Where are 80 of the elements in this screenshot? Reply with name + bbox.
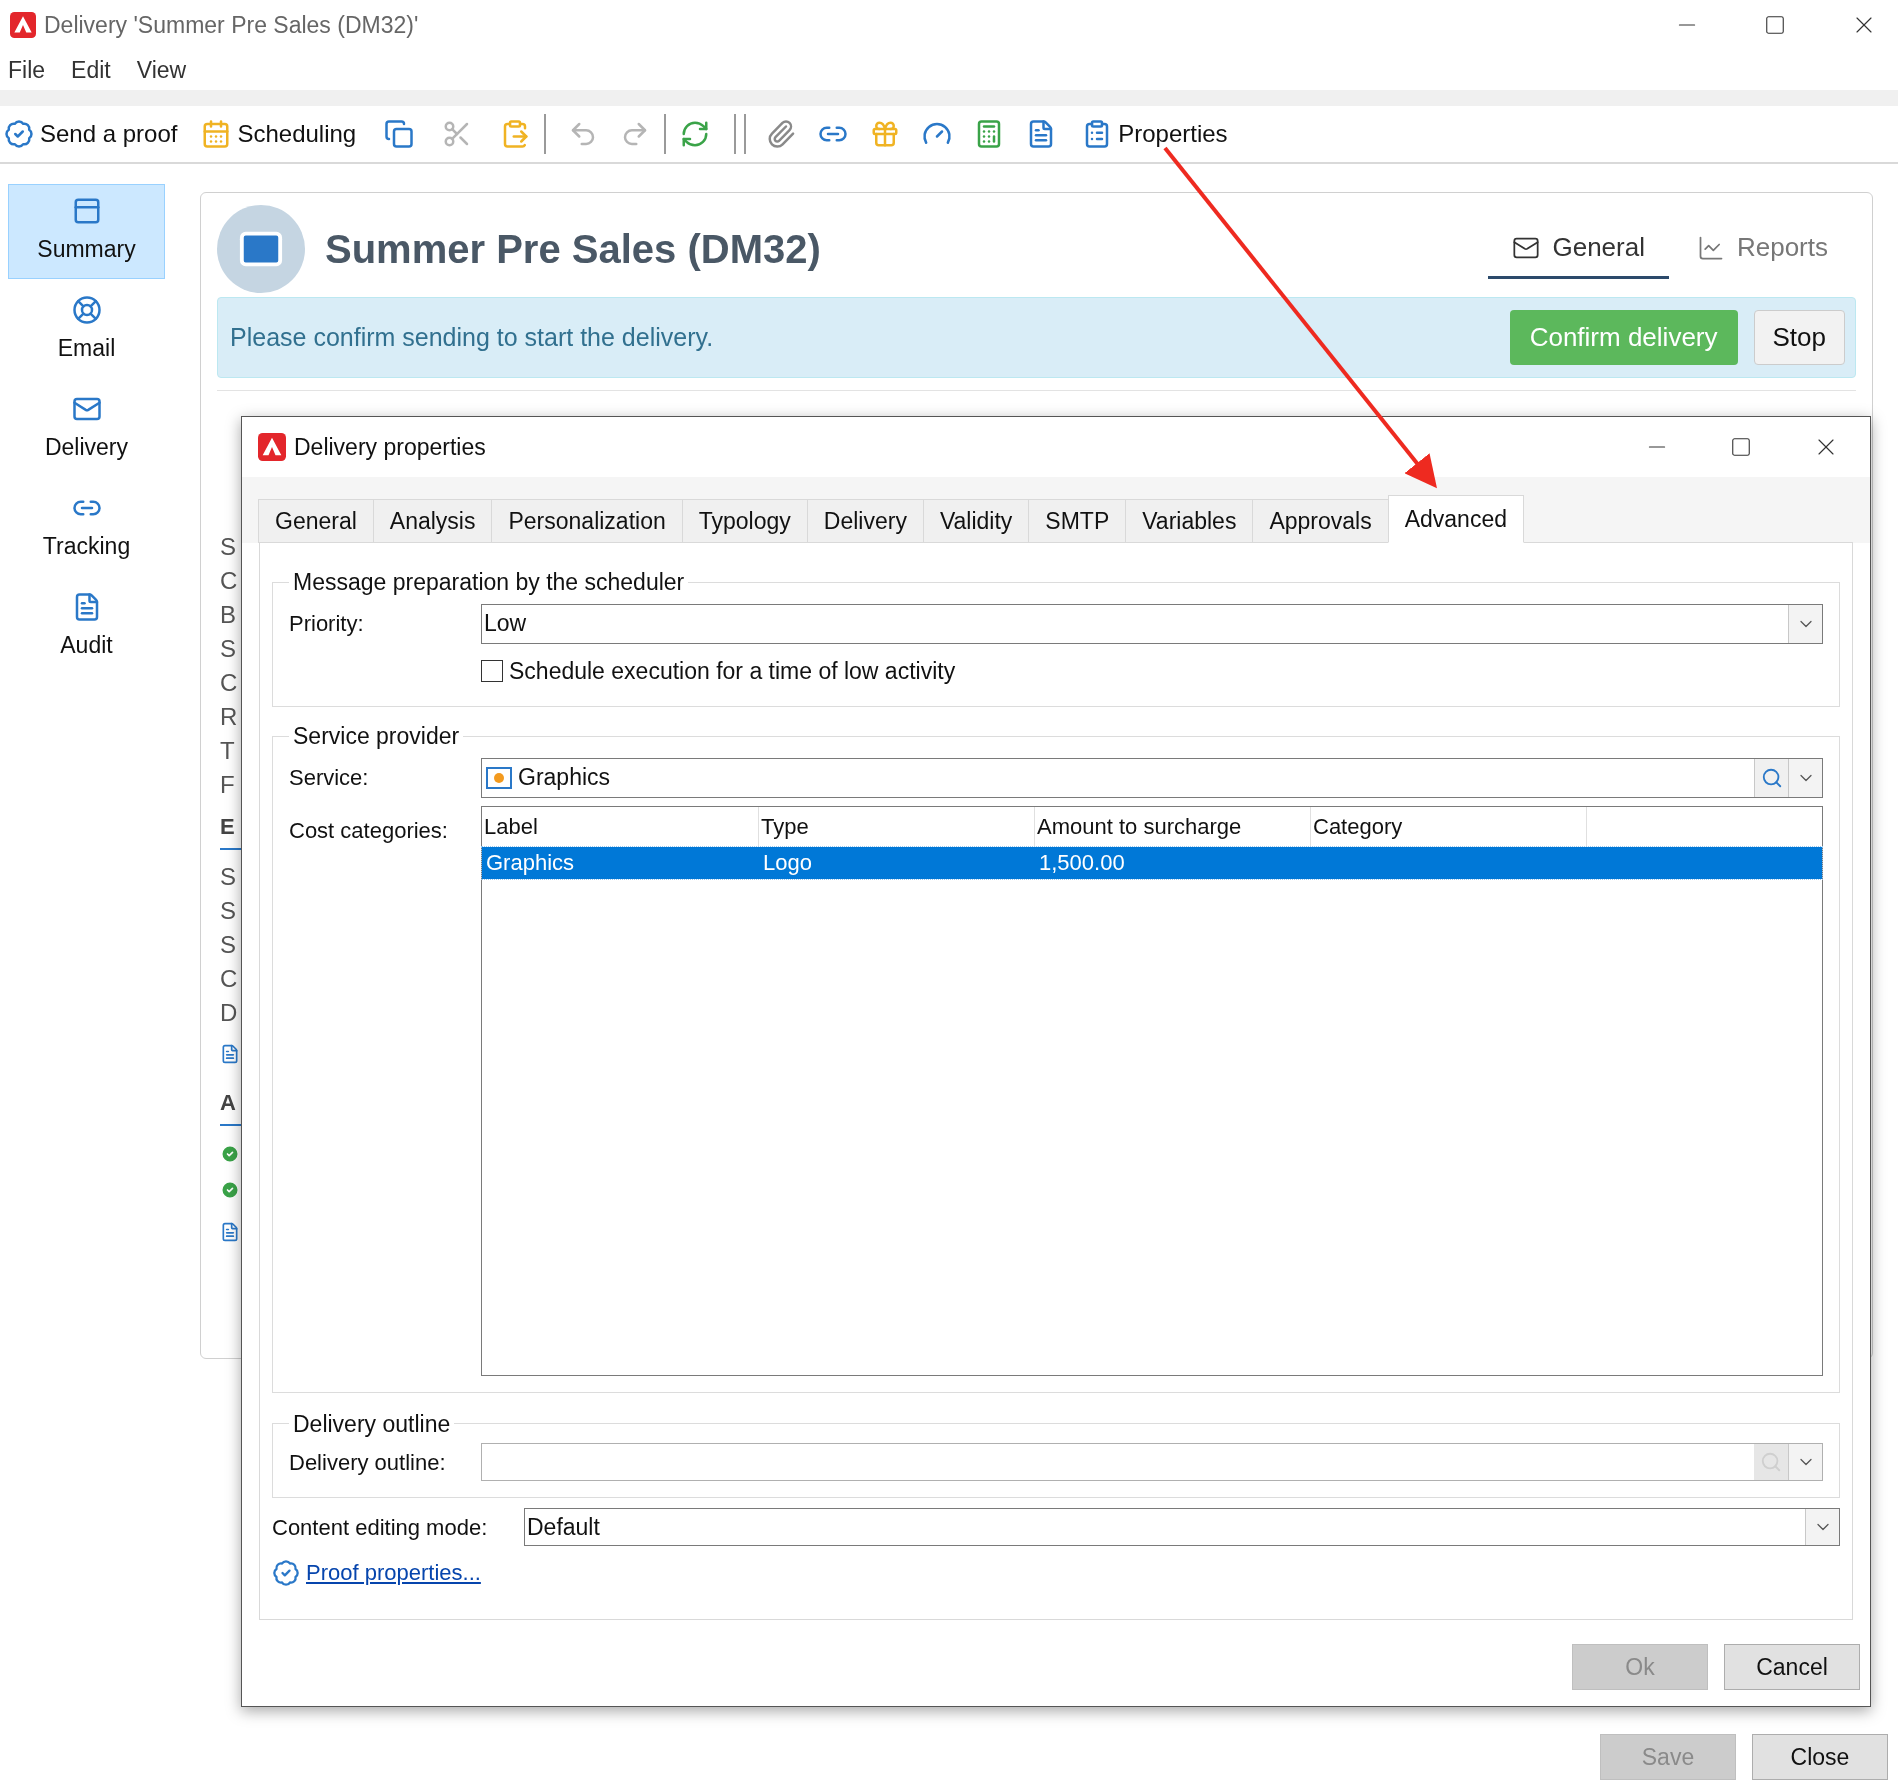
field-label: Service: [289,764,370,792]
summary-label: C [220,566,238,596]
sidebar-item[interactable]: Email [8,283,165,378]
lifebuoy-icon [71,295,102,326]
gift-icon[interactable] [870,119,901,149]
menu-item[interactable]: Edit [71,52,111,88]
table-cell-text: Logo [762,849,813,877]
summary-label: S [220,862,236,892]
field-label: Priority: [289,610,365,638]
dialog-button[interactable]: Close [1752,1734,1888,1780]
sidebar-item[interactable]: Tracking [8,481,165,576]
field-label: Cost categories: [289,816,449,845]
group-title: Delivery outline [293,1410,451,1437]
info-message: Please confirm sending to start the delivery. [230,321,714,353]
maximize-icon[interactable] [1730,436,1752,458]
summary-label: S [220,532,236,562]
document-icon [220,1044,240,1064]
refresh-icon[interactable] [680,119,711,149]
proof-properties-link[interactable]: Proof properties... [306,1556,481,1589]
search-icon [1760,766,1783,789]
document-icon [220,1222,240,1242]
menu-item[interactable]: File [8,52,46,88]
app-logo-icon [258,433,286,461]
table-row[interactable]: Graphics Logo 1,500.00 [482,846,1822,879]
dialog-tab[interactable]: Personalization [491,499,683,543]
dialog-title: Delivery properties [294,432,486,462]
delivery-title: Summer Pre Sales (DM32) [325,226,821,273]
check-icon [220,1180,240,1200]
send-proof-button[interactable]: Send a proof [4,116,178,152]
checkbox-label: Schedule execution for a time of low activity [509,656,956,686]
summary-label: C [220,964,238,994]
summary-label: D [220,998,238,1028]
menu-item[interactable]: View [136,52,187,88]
maximize-icon[interactable] [1764,14,1786,36]
summary-label: C [220,668,238,698]
section-heading: E [220,813,235,841]
group-title: Message preparation by the scheduler [293,569,685,595]
dialog-tab[interactable]: Advanced [1387,495,1524,543]
table-cell-text: 1,500.00 [1038,849,1126,877]
view-tab[interactable]: Reports [1672,219,1852,279]
window-title: Delivery 'Summer Pre Sales (DM32)' [44,10,419,40]
summary-label: S [220,634,236,664]
priority-dropdown[interactable]: Low [481,603,1823,644]
sidebar-item[interactable]: Audit [8,580,165,675]
field-label: Delivery outline: [289,1448,447,1477]
dialog-tab[interactable]: Delivery [806,499,924,543]
sidebar-item[interactable]: Summary [8,184,165,279]
table-cell-text: Graphics [485,849,576,877]
summary-label: S [220,896,236,926]
stop-button[interactable]: Stop [1753,310,1845,365]
service-field[interactable]: Graphics [481,757,1823,798]
scheduling-button[interactable]: Scheduling [201,116,357,152]
sidebar-item[interactable]: Delivery [8,382,165,477]
content-mode-dropdown[interactable]: Default [524,1508,1840,1546]
dialog-tab[interactable]: Analysis [372,499,493,543]
calendar-icon [201,119,232,149]
summary-label: S [220,930,236,960]
dialog-tab[interactable]: Variables [1125,499,1254,543]
dialog-tab[interactable]: SMTP [1028,499,1127,543]
outline-field[interactable] [481,1443,1823,1481]
dialog-tab[interactable]: General [258,499,374,543]
checkbox[interactable] [481,659,503,682]
dialog-tab[interactable]: Typology [681,499,808,543]
service-icon [486,766,512,789]
summary-label: B [220,600,236,630]
properties-button[interactable]: Properties [1082,116,1228,152]
dialog-button[interactable]: Cancel [1724,1644,1860,1690]
paperclip-icon[interactable] [766,119,797,149]
app-logo-icon [10,12,36,38]
dialog-tab[interactable]: Validity [922,499,1030,543]
check-icon [220,1144,240,1164]
section-heading: A [220,1089,236,1117]
dialog-tab[interactable]: Approvals [1252,499,1389,543]
summary-label: T [220,736,235,766]
summary-label: R [220,702,238,732]
group-title: Service provider [293,723,460,749]
field-label: Content editing mode: [272,1513,489,1542]
summary-label: F [220,770,235,800]
copy-icon[interactable] [384,119,415,149]
view-tab[interactable]: General [1488,219,1669,279]
